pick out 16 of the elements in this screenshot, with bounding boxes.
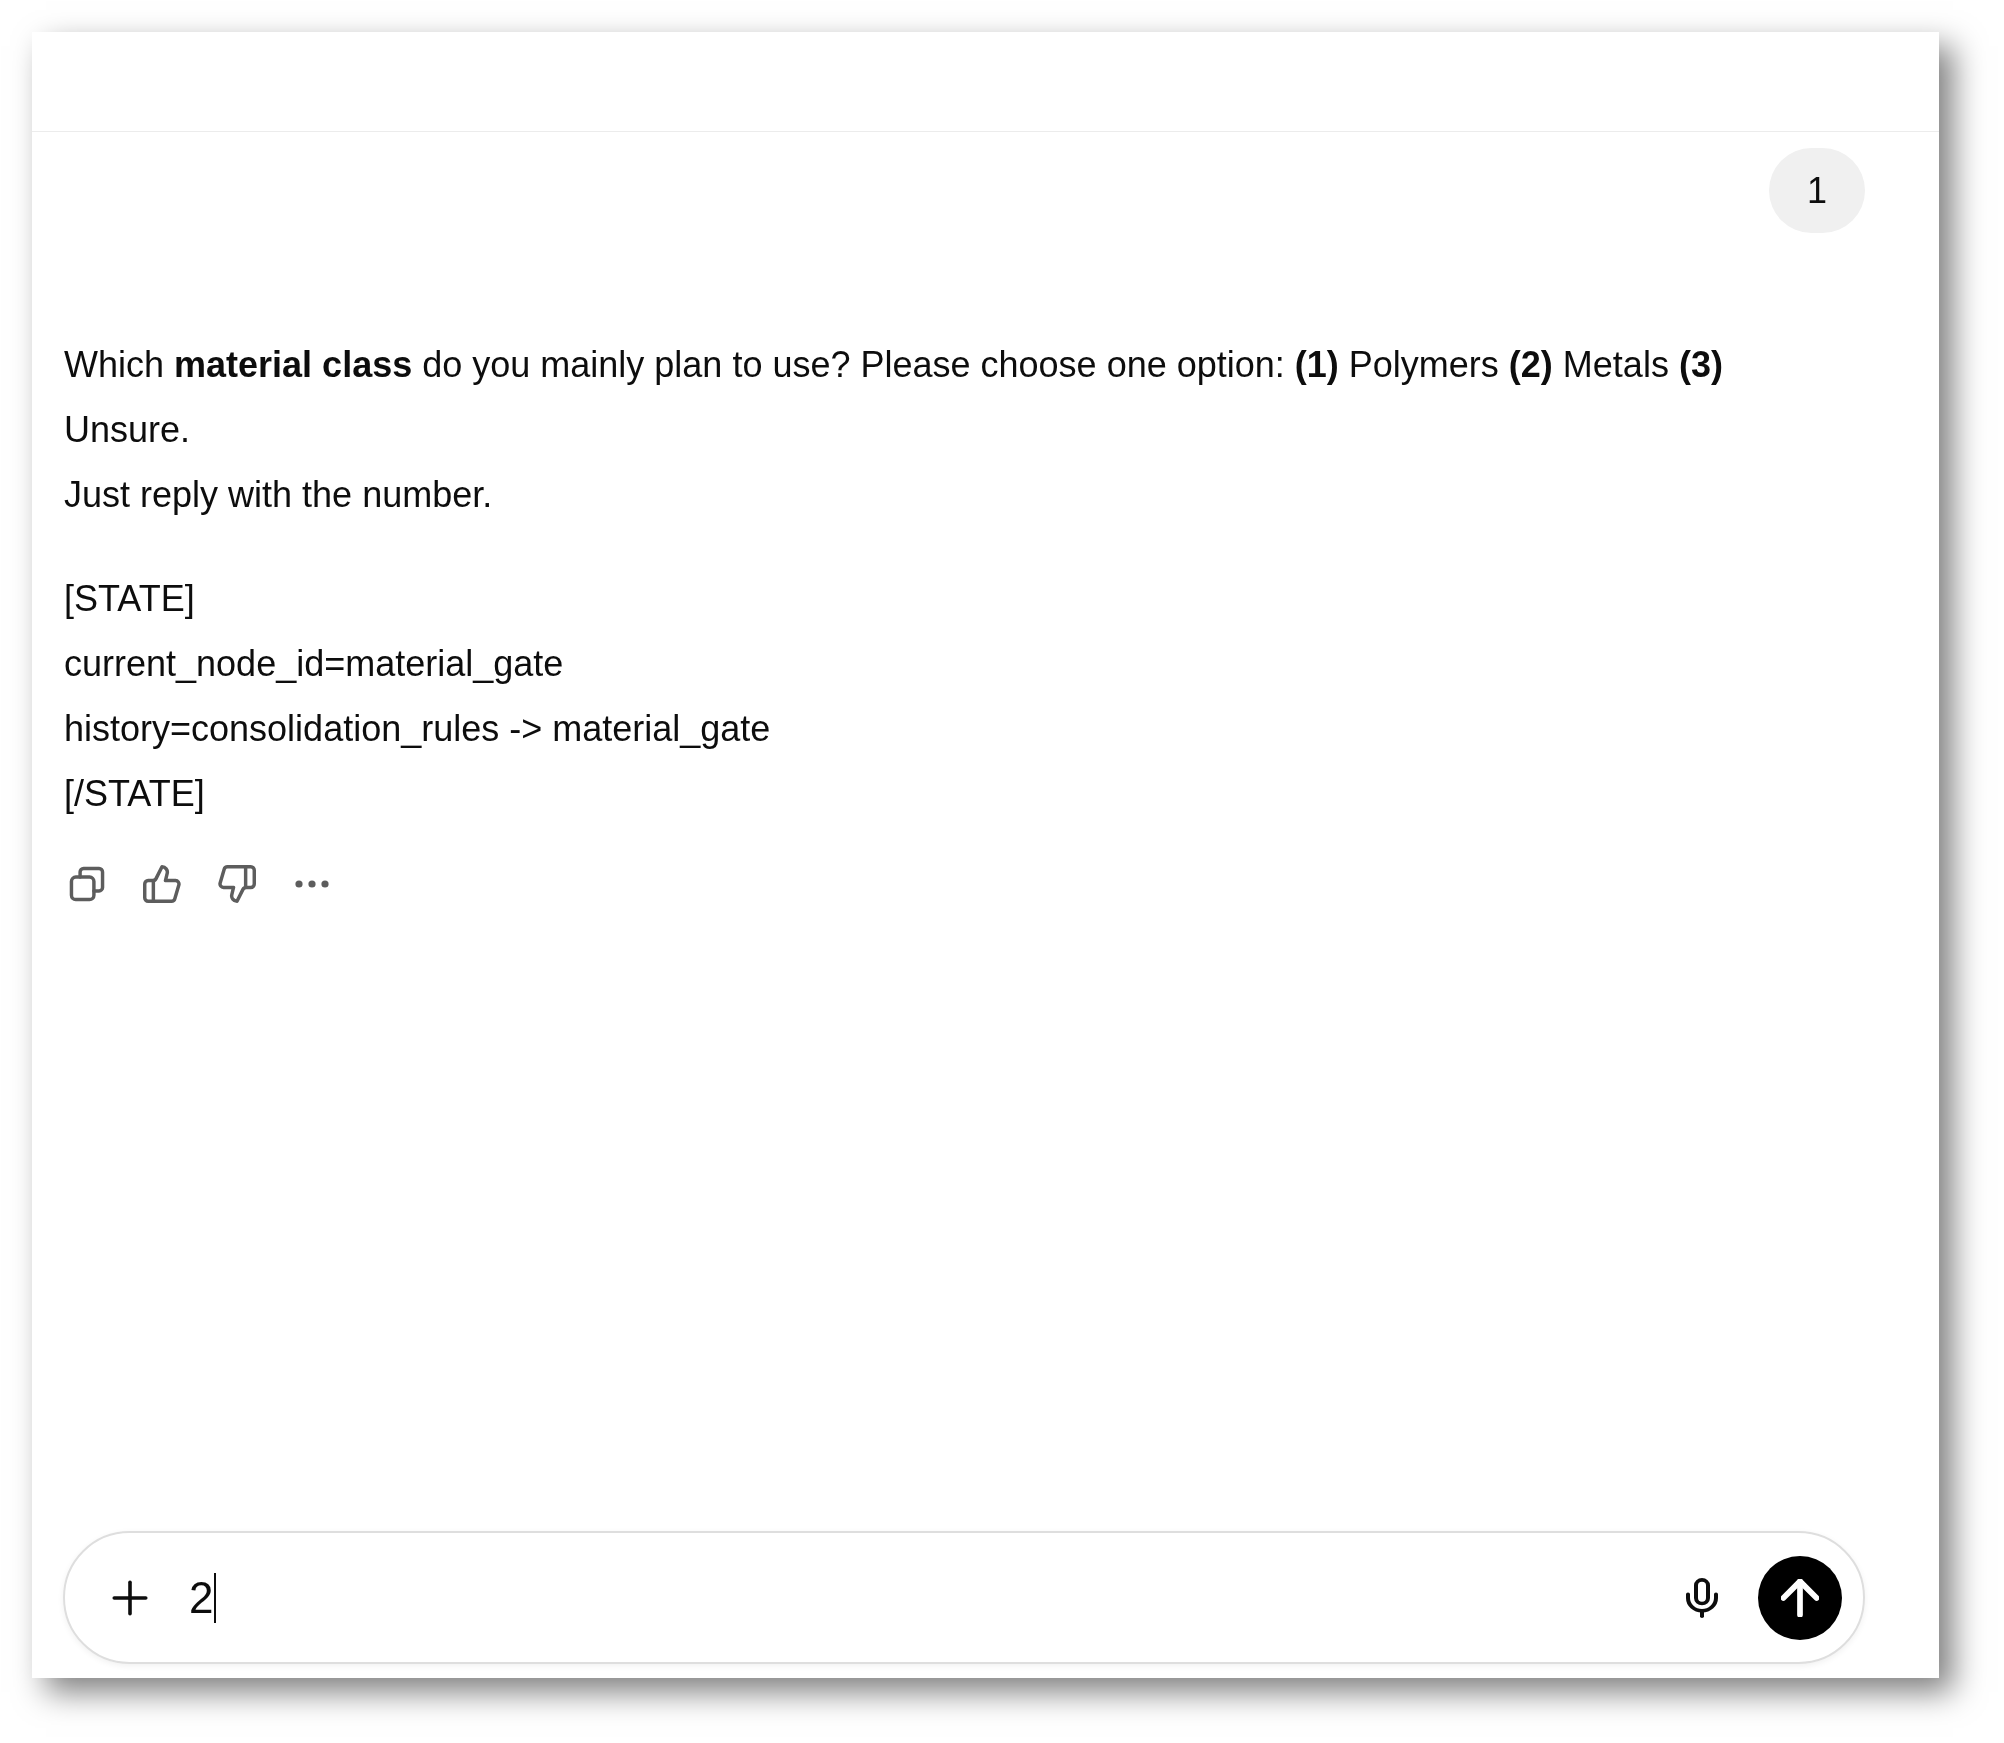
user-message-bubble: 1 — [1769, 148, 1865, 233]
state-text: current_node_id=material_gate — [64, 642, 565, 686]
plus-icon — [112, 1579, 148, 1616]
state-text: [STATE] — [64, 577, 196, 621]
add-button[interactable] — [112, 1579, 148, 1616]
state-text: [/STATE] — [64, 772, 206, 816]
message-text: Which material class do you mainly plan to use? Please choose one option: (1) Polymers (2) Metals (3) Unsure. — [64, 343, 1724, 452]
more-icon — [295, 880, 329, 888]
copy-icon — [68, 865, 106, 903]
thumbs-up-icon — [143, 865, 181, 903]
microphone-button[interactable] — [1686, 1577, 1718, 1618]
message-text: Just reply with the number. — [64, 473, 494, 517]
microphone-icon — [1686, 1577, 1718, 1618]
thumbs-down-icon — [218, 865, 256, 903]
state-text: history=consolidation_rules -> material_gate — [64, 707, 772, 751]
message-input-field[interactable]: 2 — [189, 1565, 1686, 1630]
